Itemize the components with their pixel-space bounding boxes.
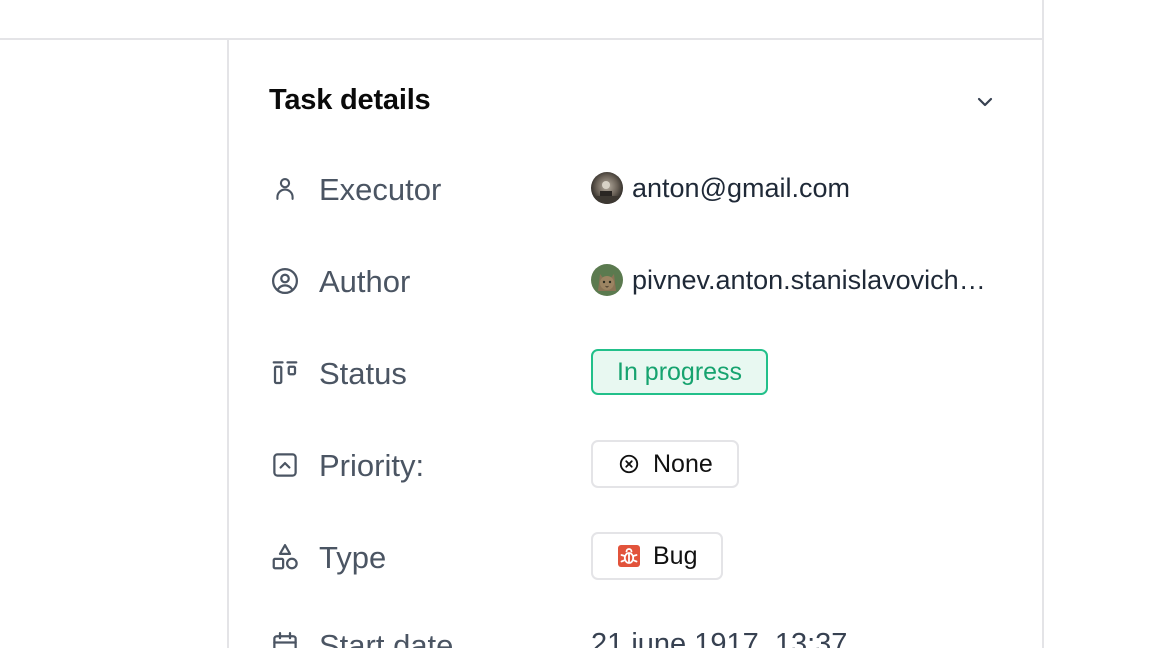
executor-row: Executor anton@gmail.com <box>269 164 1009 212</box>
calendar-icon <box>269 629 301 648</box>
type-value: Bug <box>591 532 724 580</box>
executor-email: anton@gmail.com <box>632 172 851 203</box>
executor-label: Executor <box>319 172 442 207</box>
shapes-icon <box>269 541 301 573</box>
status-columns-icon <box>269 357 301 389</box>
priority-row: Priority: None <box>269 440 1009 488</box>
panel-header: Task details <box>269 82 1001 122</box>
user-icon <box>269 173 301 205</box>
start-date-value[interactable]: 21 june 1917, 13:37 <box>591 620 847 648</box>
start-date-row: Start date 21 june 1917, 13:37 <box>269 620 1009 648</box>
author-email: pivnev.anton.stanislavovich@gmail.com <box>632 264 1004 295</box>
priority-square-icon <box>269 449 301 481</box>
start-date-label: Start date <box>319 628 454 648</box>
author-value[interactable]: pivnev.anton.stanislavovich@gmail.com <box>591 256 1004 304</box>
author-avatar <box>591 264 623 296</box>
x-circle-icon <box>617 452 641 476</box>
status-value: In progress <box>591 348 769 396</box>
bug-icon <box>617 544 641 568</box>
status-badge[interactable]: In progress <box>591 349 769 395</box>
priority-value: None <box>591 440 739 488</box>
chevron-down-icon <box>977 97 993 107</box>
right-divider <box>1042 0 1044 648</box>
type-label: Type <box>319 540 387 575</box>
task-details-panel: Task details Executor anton@gmail.com Au… <box>227 40 1042 648</box>
status-row: Status In progress <box>269 348 1009 396</box>
collapse-button[interactable] <box>969 86 1001 118</box>
priority-chip[interactable]: None <box>591 440 739 488</box>
type-row: Type Bug <box>269 532 1009 580</box>
type-chip-label: Bug <box>653 541 698 570</box>
panel-title: Task details <box>269 84 431 116</box>
task-details-screen: Task details Executor anton@gmail.com Au… <box>0 0 1152 648</box>
executor-avatar <box>591 172 623 204</box>
author-row: Author pivnev.anton.stanislavovich@gmail… <box>269 256 1009 304</box>
author-label: Author <box>319 264 411 299</box>
status-label: Status <box>319 356 407 391</box>
type-chip[interactable]: Bug <box>591 532 724 580</box>
priority-chip-label: None <box>653 449 713 478</box>
executor-value[interactable]: anton@gmail.com <box>591 164 850 212</box>
user-circle-icon <box>269 265 301 297</box>
priority-label: Priority: <box>319 448 425 483</box>
start-date-text: 21 june 1917, 13:37 <box>591 627 848 648</box>
